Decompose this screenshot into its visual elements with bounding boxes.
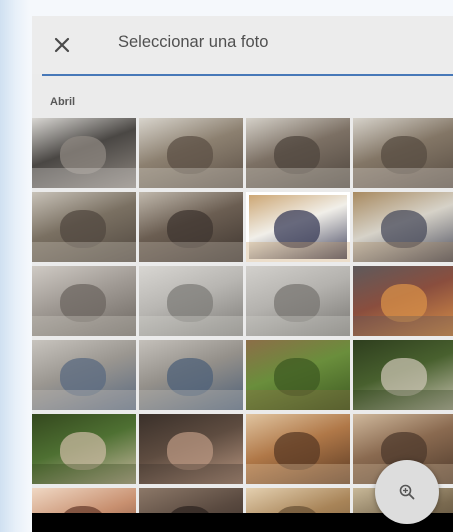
zoom-button[interactable] <box>375 460 439 524</box>
photo-drawing-on-paper[interactable] <box>246 192 350 262</box>
photo-window-blinds[interactable] <box>139 266 243 336</box>
photo-highlight <box>246 464 350 484</box>
photo-highlight <box>139 390 243 410</box>
month-section-header: Abril <box>50 96 76 108</box>
photo-highlight <box>353 316 453 336</box>
photo-highlight <box>32 464 136 484</box>
photo-cat-resting[interactable] <box>353 118 453 188</box>
photo-highlight <box>139 242 243 262</box>
photo-highlight <box>139 316 243 336</box>
photo-room-doorway[interactable] <box>32 266 136 336</box>
zoom-in-icon <box>399 484 415 500</box>
photo-cat-on-floor[interactable] <box>32 118 136 188</box>
close-icon <box>54 37 70 53</box>
photo-highlight <box>32 242 136 262</box>
photo-person-cleaning[interactable] <box>139 340 243 410</box>
photo-items-on-table[interactable] <box>139 414 243 484</box>
photo-highlight <box>353 390 453 410</box>
page-title: Seleccionar una foto <box>118 33 269 51</box>
photo-highlight <box>32 168 136 188</box>
photo-highlight <box>246 316 350 336</box>
photo-person-with-dish[interactable] <box>246 414 350 484</box>
photo-highlight <box>353 168 453 188</box>
photo-cat-in-grass[interactable] <box>32 414 136 484</box>
top-app-bar: Seleccionar una foto <box>32 16 453 74</box>
photo-shelf-items[interactable] <box>353 266 453 336</box>
photo-highlight <box>139 168 243 188</box>
photo-window-blinds-2[interactable] <box>246 266 350 336</box>
photo-person-bending[interactable] <box>32 340 136 410</box>
close-button[interactable] <box>46 29 78 61</box>
photo-highlight <box>246 390 350 410</box>
photo-cat-closeup[interactable] <box>139 192 243 262</box>
photo-cat-lying[interactable] <box>32 192 136 262</box>
photo-picker-screen: Seleccionar una foto Abril <box>32 16 453 532</box>
photo-drawing-figures[interactable] <box>353 192 453 262</box>
photo-highlight <box>246 242 350 262</box>
photo-highlight <box>246 168 350 188</box>
photo-highlight <box>32 316 136 336</box>
photo-cat-on-blanket[interactable] <box>246 118 350 188</box>
photo-cat-sleeping[interactable] <box>139 118 243 188</box>
header-divider <box>42 74 453 76</box>
photo-highlight <box>353 242 453 262</box>
photo-highlight <box>139 464 243 484</box>
photo-highlight <box>32 390 136 410</box>
photo-plant-leaves[interactable] <box>246 340 350 410</box>
photo-plant-closeup[interactable] <box>353 340 453 410</box>
